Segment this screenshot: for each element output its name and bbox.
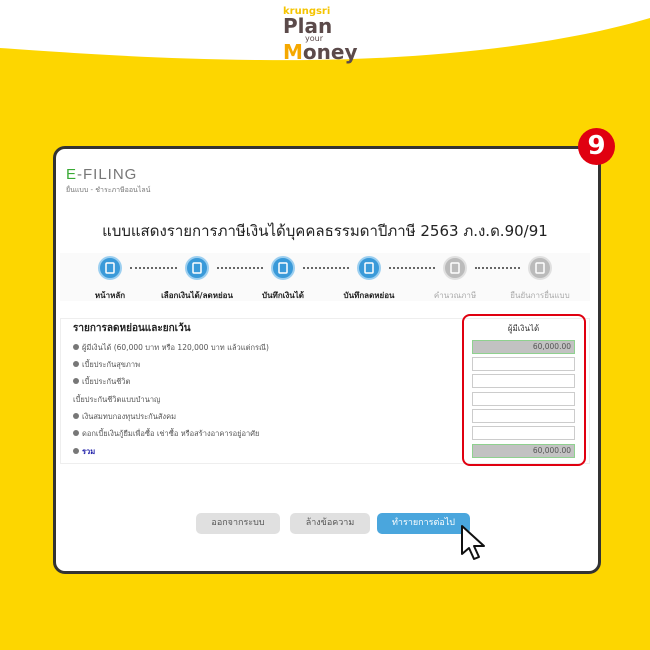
step-label: เลือกเงินได้/ลดหย่อน <box>161 291 233 300</box>
step-6: ยืนยันการยื่นแบบ <box>495 256 585 302</box>
deductions-header: รายการลดหย่อนและยกเว้น <box>73 323 191 334</box>
step-label: คำนวณภาษี <box>433 291 477 300</box>
deduction-label: เบี้ยประกันชีวิต <box>73 376 130 388</box>
bullet-icon <box>73 430 79 436</box>
edit-form-icon <box>357 256 381 280</box>
calculate-icon <box>443 256 467 280</box>
bullet-icon <box>73 344 79 350</box>
highlight-box <box>462 314 586 466</box>
edit-form-icon <box>185 256 209 280</box>
bullet-icon <box>73 378 79 384</box>
bullet-icon <box>73 361 79 367</box>
krungsri-plan-your-money-logo: krungsri Plan your Money <box>283 6 358 64</box>
page-title: แบบแสดงรายการภาษีเงินได้บุคคลธรรมดาปีภาษ… <box>102 222 548 240</box>
deduction-label: เงินสมทบกองทุนประกันสังคม <box>73 411 176 423</box>
step-2: เลือกเงินได้/ลดหย่อน <box>152 256 242 302</box>
deduction-label: เบี้ยประกันสุขภาพ <box>73 359 140 371</box>
efiling-logo: E-FILING <box>66 166 138 183</box>
home-icon <box>98 256 122 280</box>
step-1: หน้าหลัก <box>65 256 155 302</box>
step-3: บันทึกเงินได้ <box>238 256 328 302</box>
step-label: บันทึกเงินได้ <box>262 291 304 300</box>
step-label: บันทึกลดหย่อน <box>343 291 395 300</box>
step-number-badge: 9 <box>578 128 615 165</box>
bullet-icon <box>73 413 79 419</box>
deduction-label: เบี้ยประกันชีวิตแบบบำนาญ <box>73 395 161 404</box>
deduction-label: ดอกเบี้ยเงินกู้ยืมเพื่อซื้อ เช่าซื้อ หรื… <box>73 428 259 440</box>
next-button[interactable]: ทำรายการต่อไป <box>377 513 470 534</box>
step-label: หน้าหลัก <box>94 291 126 300</box>
edit-form-icon <box>271 256 295 280</box>
clear-button[interactable]: ล้างข้อความ <box>290 513 370 534</box>
confirm-icon <box>528 256 552 280</box>
step-5: คำนวณภาษี <box>410 256 500 302</box>
logout-button[interactable]: ออกจากระบบ <box>196 513 280 534</box>
efiling-subtitle: ยื่นแบบ - ชำระภาษีออนไลน์ <box>66 186 151 194</box>
deduction-label: ผู้มีเงินได้ (60,000 บาท หรือ 120,000 บา… <box>73 342 269 354</box>
step-label: ยืนยันการยื่นแบบ <box>510 291 570 300</box>
deduction-label: รวม <box>73 446 95 458</box>
bullet-icon <box>73 448 79 454</box>
step-4: บันทึกลดหย่อน <box>324 256 414 302</box>
mouse-pointer-icon <box>461 525 485 560</box>
